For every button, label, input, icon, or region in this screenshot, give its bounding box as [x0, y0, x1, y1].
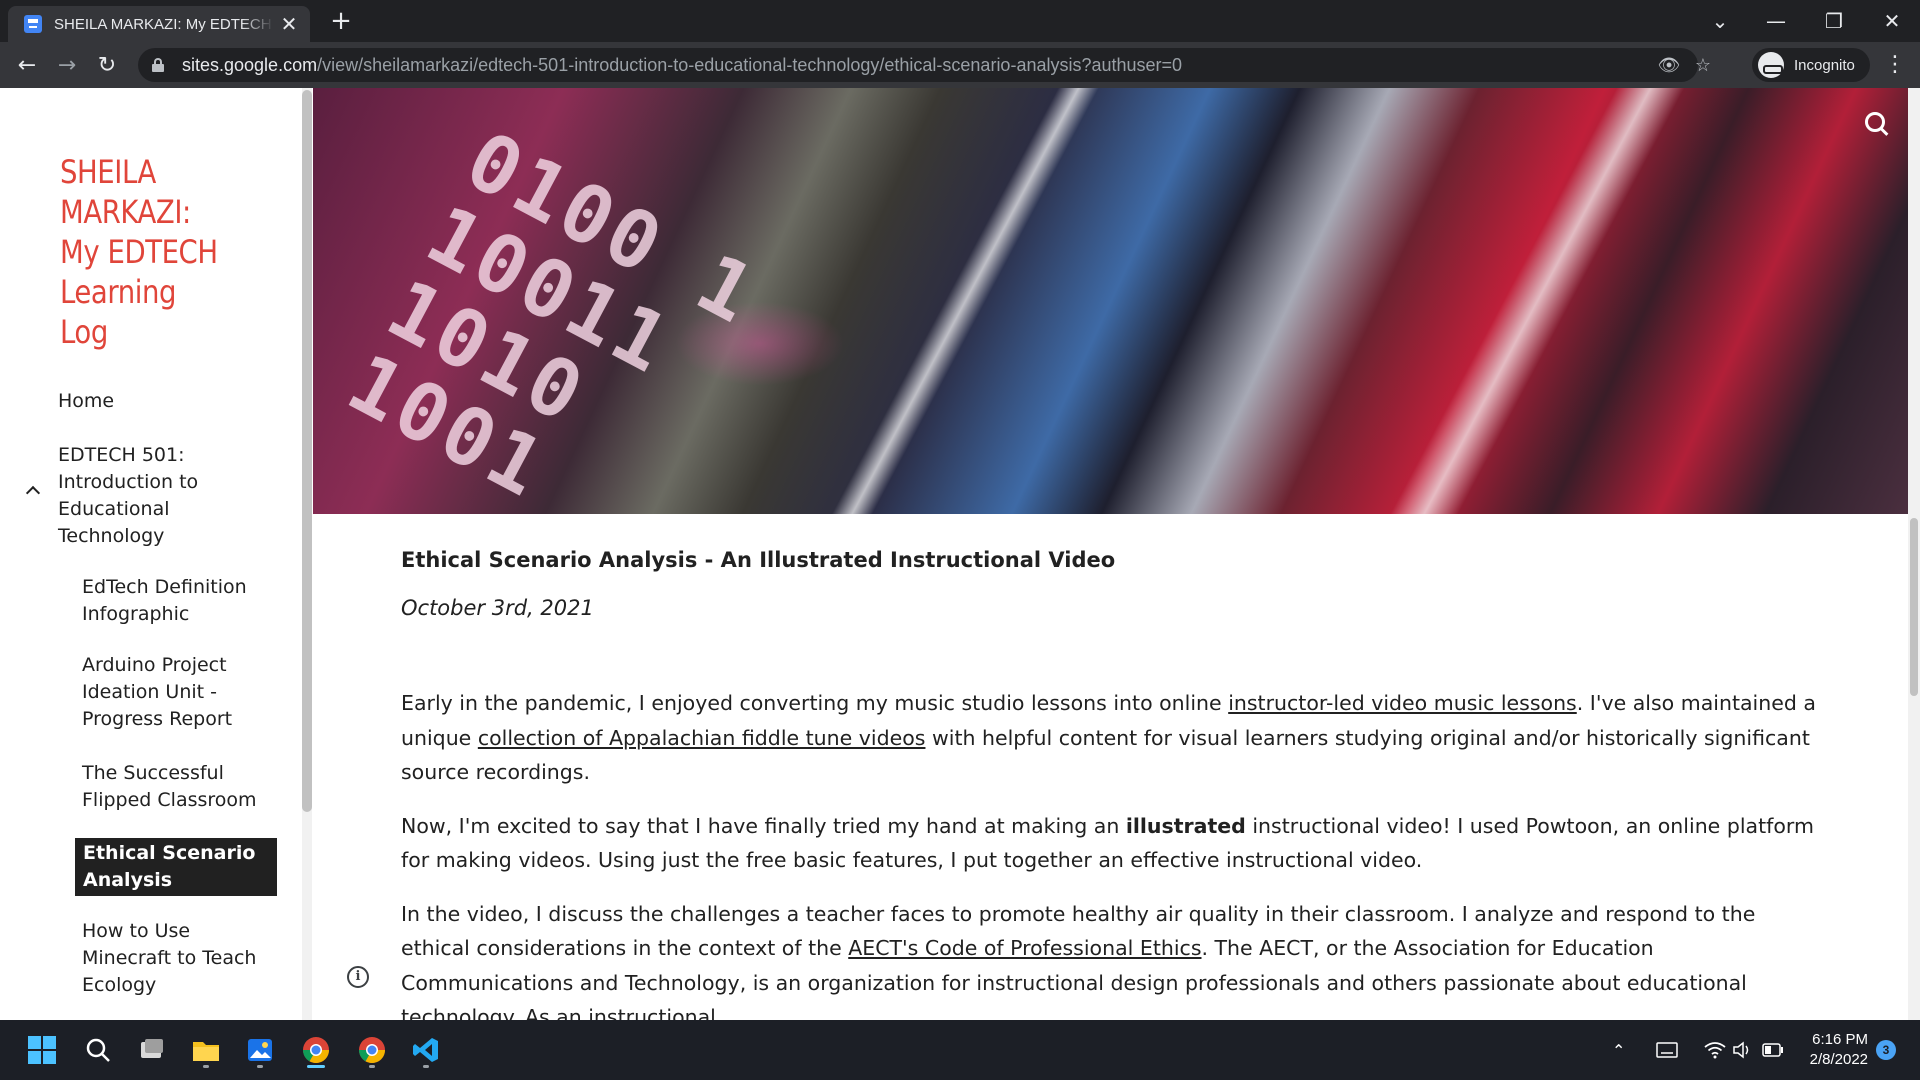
back-arrow-icon[interactable]: ← [12, 50, 42, 80]
wifi-icon[interactable] [1704, 1020, 1726, 1080]
task-view-icon[interactable] [132, 1030, 172, 1070]
system-clock[interactable]: 6:16 PM 2/8/2022 [1796, 1030, 1868, 1070]
minimize-window-icon[interactable]: — [1748, 0, 1804, 42]
sidebar-item-arduino-project[interactable]: Arduino Project Ideation Unit - Progress… [82, 652, 272, 733]
file-explorer-icon[interactable] [186, 1030, 226, 1070]
battery-icon[interactable] [1762, 1020, 1784, 1080]
restore-window-icon[interactable]: ❐ [1806, 0, 1862, 42]
article-title: Ethical Scenario Analysis - An Illustrat… [401, 548, 1116, 572]
search-icon[interactable] [1863, 110, 1891, 138]
close-window-icon[interactable]: ✕ [1864, 0, 1920, 42]
sidebar-item-minecraft-ecology[interactable]: How to Use Minecraft to Teach Ecology [82, 918, 272, 999]
site-title[interactable]: SHEILA MARKAZI: My EDTECH Learning Log [60, 152, 232, 352]
paragraph-intro: Early in the pandemic, I enjoyed convert… [401, 691, 1816, 784]
article-date: October 3rd, 2021 [401, 596, 594, 620]
tab-title: SHEILA MARKAZI: My EDTECH Learning Log [54, 15, 274, 33]
bookmark-star-icon[interactable]: ☆ [1688, 50, 1718, 80]
eye-crossed-icon[interactable]: 👁 [1654, 50, 1684, 80]
banner-light-streak [1355, 88, 1691, 514]
touch-keyboard-icon[interactable] [1656, 1020, 1678, 1080]
header-banner-image: 0100 1 10011 1010 1001 [313, 88, 1909, 514]
browser-toolbar: ← → ↻ sites.google.com/view/sheilamarkaz… [0, 42, 1920, 88]
browser-tab-bar: SHEILA MARKAZI: My EDTECH Learning Log ✕… [0, 0, 1920, 42]
forward-arrow-icon[interactable]: → [52, 50, 82, 80]
banner-light-streak [794, 88, 1108, 514]
google-sites-favicon-icon [24, 15, 42, 33]
photos-app-icon[interactable] [240, 1030, 280, 1070]
article-content: Ethical Scenario Analysis - An Illustrat… [401, 548, 1821, 1020]
sidebar-item-ethical-scenario-active[interactable]: Ethical Scenario Analysis [75, 838, 277, 896]
paragraph-powtoon: Now, I'm excited to say that I have fina… [401, 813, 1814, 873]
browser-tab[interactable]: SHEILA MARKAZI: My EDTECH Learning Log ✕ [8, 6, 310, 42]
windows-taskbar: ⌃ 6:16 PM 2/8/2022 3 [0, 1020, 1920, 1080]
vscode-icon[interactable] [406, 1030, 446, 1070]
link-appalachian-fiddle-videos[interactable]: collection of Appalachian fiddle tune vi… [478, 726, 926, 750]
close-tab-icon[interactable]: ✕ [278, 12, 300, 36]
lock-icon[interactable] [152, 58, 164, 72]
chrome-icon[interactable] [352, 1030, 392, 1070]
clock-time: 6:16 PM [1812, 1031, 1868, 1048]
search-icon[interactable] [78, 1030, 118, 1070]
reload-icon[interactable]: ↻ [92, 50, 122, 80]
sidebar-item-home[interactable]: Home [58, 388, 258, 415]
show-hidden-icons-chevron-icon[interactable]: ⌃ [1612, 1020, 1625, 1080]
volume-icon[interactable] [1732, 1020, 1752, 1080]
page-scrollbar-thumb[interactable] [1910, 518, 1918, 696]
incognito-profile-button[interactable]: Incognito [1752, 48, 1870, 82]
chrome-incognito-taskbar-icon[interactable] [296, 1030, 336, 1070]
address-bar[interactable]: sites.google.com/view/sheilamarkazi/edte… [138, 48, 1711, 82]
web-page: SHEILA MARKAZI: My EDTECH Learning Log H… [0, 88, 1920, 1020]
banner-binary-digits: 0100 1 10011 1010 1001 [333, 113, 772, 514]
sidebar-item-edtech-definition[interactable]: EdTech Definition Infographic [82, 574, 272, 628]
tab-search-chevron-icon[interactable]: ⌄ [1692, 0, 1748, 42]
paragraph-video-description: In the video, I discuss the challenges a… [401, 901, 1756, 1021]
incognito-icon [1758, 52, 1784, 78]
sidebar-item-flipped-classroom[interactable]: The Successful Flipped Classroom [82, 760, 272, 814]
windows-start-icon[interactable] [22, 1030, 62, 1070]
browser-menu-icon[interactable]: ⋮ [1880, 52, 1910, 77]
notification-count-badge[interactable]: 3 [1876, 1040, 1896, 1060]
url-text[interactable]: sites.google.com/view/sheilamarkazi/edte… [182, 55, 1182, 76]
info-icon[interactable]: i [347, 966, 369, 988]
link-instructor-led-lessons[interactable]: instructor-led video music lessons [1228, 691, 1577, 715]
incognito-label: Incognito [1794, 56, 1855, 74]
sidebar-item-edtech-501[interactable]: EDTECH 501: Introduction to Educational … [58, 442, 258, 550]
collapse-chevron-up-icon[interactable] [26, 484, 40, 498]
site-sidebar: SHEILA MARKAZI: My EDTECH Learning Log H… [0, 88, 312, 1020]
sidebar-scrollbar-thumb[interactable] [302, 90, 312, 812]
new-tab-button[interactable]: + [326, 6, 356, 36]
clock-date: 2/8/2022 [1809, 1051, 1868, 1068]
link-aect-code-of-ethics[interactable]: AECT's Code of Professional Ethics [848, 936, 1201, 960]
